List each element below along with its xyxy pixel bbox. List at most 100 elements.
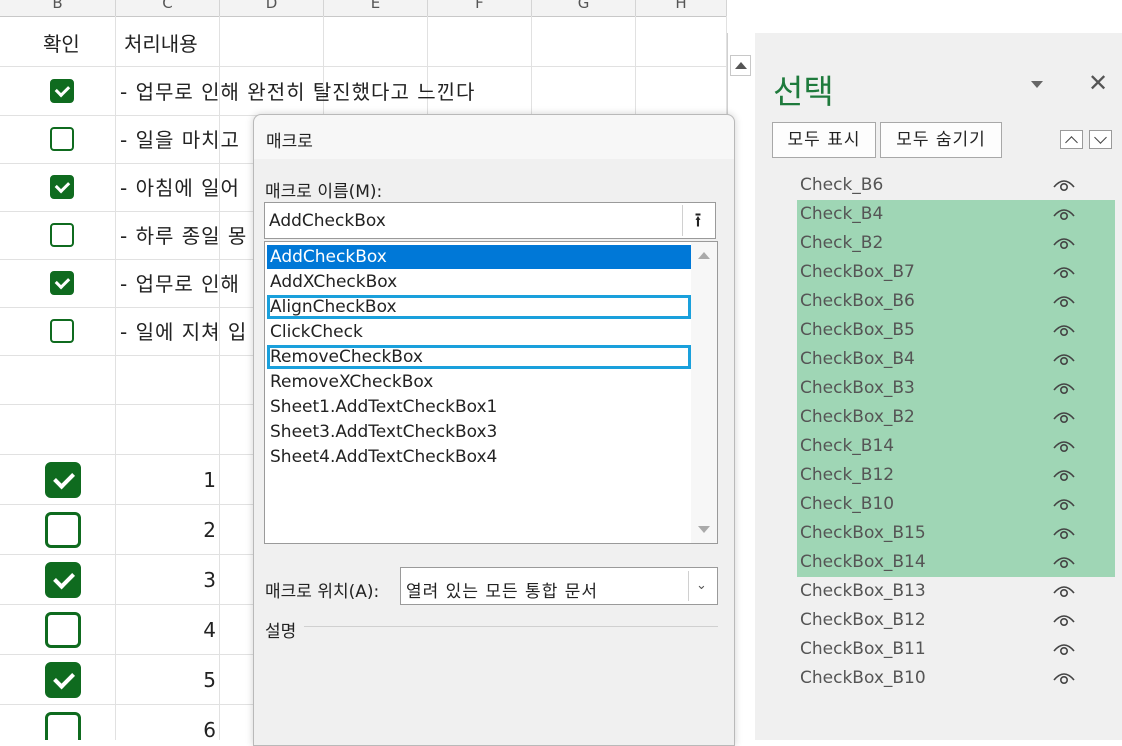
macro-name-value: AddCheckBox [269, 211, 386, 231]
object-list-item[interactable]: Check_B10 [797, 490, 1115, 519]
object-list-item[interactable]: CheckBox_B15 [797, 519, 1115, 548]
eye-icon[interactable] [1052, 233, 1076, 253]
close-icon[interactable]: ✕ [1088, 69, 1108, 97]
eye-icon[interactable] [1052, 523, 1076, 543]
column-header[interactable]: F [428, 0, 532, 17]
object-list-item[interactable]: Check_B12 [797, 461, 1115, 490]
eye-icon[interactable] [1052, 291, 1076, 311]
object-list-item[interactable]: CheckBox_B12 [797, 606, 1115, 635]
object-list-item[interactable]: CheckBox_B10 [797, 664, 1115, 693]
grid-cell[interactable] [636, 67, 727, 116]
object-list-item[interactable]: Check_B2 [797, 229, 1115, 258]
bring-forward-button[interactable] [1060, 130, 1083, 149]
object-name: Check_B2 [800, 233, 884, 253]
chevron-up-icon [1065, 136, 1078, 149]
object-list-item[interactable]: CheckBox_B5 [797, 316, 1115, 345]
row-text: - 업무로 인해 [120, 272, 240, 296]
scroll-up-icon[interactable] [730, 55, 751, 76]
macro-name-input[interactable]: AddCheckBox ⭱ [264, 202, 716, 239]
macro-list-scrollbar[interactable] [691, 242, 717, 543]
macro-list-item[interactable]: Sheet1.AddTextCheckBox1 [267, 395, 691, 419]
checkbox[interactable] [50, 79, 74, 103]
column-header[interactable]: H [636, 0, 727, 17]
checkbox[interactable] [45, 662, 81, 698]
object-name: Check_B4 [800, 204, 884, 224]
grid-cell[interactable] [0, 356, 116, 405]
macro-list-item[interactable]: AddXCheckBox [267, 270, 691, 294]
eye-icon[interactable] [1052, 407, 1076, 427]
eye-icon[interactable] [1052, 639, 1076, 659]
grid-cell[interactable] [636, 16, 727, 67]
macro-list-item[interactable]: RemoveXCheckBox [267, 370, 691, 394]
object-list-item[interactable]: CheckBox_B13 [797, 577, 1115, 606]
object-list-item[interactable]: CheckBox_B11 [797, 635, 1115, 664]
eye-icon[interactable] [1052, 175, 1076, 195]
object-list-item[interactable]: CheckBox_B14 [797, 548, 1115, 577]
checkbox[interactable] [45, 712, 81, 740]
eye-icon[interactable] [1052, 465, 1076, 485]
eye-icon[interactable] [1052, 349, 1076, 369]
checkbox[interactable] [50, 175, 74, 199]
macro-list-item[interactable]: Sheet4.AddTextCheckBox4 [267, 445, 691, 469]
grid-cell[interactable] [532, 67, 636, 116]
grid-cell[interactable] [0, 405, 116, 455]
grid-cell[interactable] [324, 16, 428, 67]
grid-cell[interactable] [532, 16, 636, 67]
chevron-down-icon[interactable]: ⌄ [688, 571, 715, 601]
checkbox[interactable] [45, 462, 81, 498]
checkbox[interactable] [50, 319, 74, 343]
column-header[interactable]: E [324, 0, 428, 17]
row-number: 2 [203, 518, 216, 542]
column-header[interactable]: D [220, 0, 324, 17]
checkbox[interactable] [45, 512, 81, 548]
macro-list-item[interactable]: AlignCheckBox [267, 295, 691, 319]
eye-icon[interactable] [1052, 581, 1076, 601]
macro-list-item[interactable]: ClickCheck [267, 320, 691, 344]
column-header[interactable]: C [116, 0, 220, 17]
send-backward-button[interactable] [1089, 130, 1112, 149]
macro-list-item[interactable]: RemoveCheckBox [267, 345, 691, 369]
eye-icon[interactable] [1052, 320, 1076, 340]
macro-list-item[interactable]: AddCheckBox [267, 245, 691, 269]
show-all-button[interactable]: 모두 표시 [772, 122, 876, 158]
scroll-down-icon[interactable] [698, 526, 710, 533]
eye-icon[interactable] [1052, 494, 1076, 514]
grid-cell[interactable] [116, 356, 220, 405]
grid-cell[interactable] [428, 16, 532, 67]
eye-icon[interactable] [1052, 378, 1076, 398]
checkbox[interactable] [45, 612, 81, 648]
grid-cell[interactable] [116, 405, 220, 455]
checkbox[interactable] [45, 562, 81, 598]
eye-icon[interactable] [1052, 262, 1076, 282]
object-list-item[interactable]: CheckBox_B6 [797, 287, 1115, 316]
grid-cell[interactable] [220, 16, 324, 67]
scroll-up-icon[interactable] [698, 252, 710, 259]
hide-all-button[interactable]: 모두 숨기기 [880, 122, 1002, 158]
collapse-dialog-icon[interactable]: ⭱ [682, 205, 713, 236]
macro-list-item[interactable]: Sheet3.AddTextCheckBox3 [267, 420, 691, 444]
macro-location-select[interactable]: 열려 있는 모든 통합 문서 ⌄ [400, 567, 718, 605]
object-list-item[interactable]: Check_B6 [797, 171, 1115, 200]
object-list-item[interactable]: CheckBox_B7 [797, 258, 1115, 287]
object-list-item[interactable]: CheckBox_B3 [797, 374, 1115, 403]
dialog-titlebar[interactable] [254, 115, 734, 159]
object-list-item[interactable]: Check_B4 [797, 200, 1115, 229]
checkbox[interactable] [50, 127, 74, 151]
checkbox[interactable] [50, 271, 74, 295]
checkbox[interactable] [50, 223, 74, 247]
pane-options-dropdown-icon[interactable] [1031, 81, 1043, 88]
object-list-item[interactable]: Check_B14 [797, 432, 1115, 461]
macro-list[interactable]: AddCheckBox AddXCheckBox AlignCheckBox Clic… [264, 241, 718, 544]
eye-icon[interactable] [1052, 204, 1076, 224]
eye-icon[interactable] [1052, 610, 1076, 630]
eye-icon[interactable] [1052, 552, 1076, 572]
column-header[interactable]: G [532, 0, 636, 17]
column-header[interactable]: B [0, 0, 116, 17]
row-text: - 아침에 일어 [120, 176, 240, 200]
object-list-item[interactable]: CheckBox_B4 [797, 345, 1115, 374]
object-name: CheckBox_B6 [800, 291, 915, 311]
object-list-item[interactable]: CheckBox_B2 [797, 403, 1115, 432]
eye-icon[interactable] [1052, 436, 1076, 456]
eye-icon[interactable] [1052, 668, 1076, 688]
pane-title: 선택 [773, 72, 834, 111]
